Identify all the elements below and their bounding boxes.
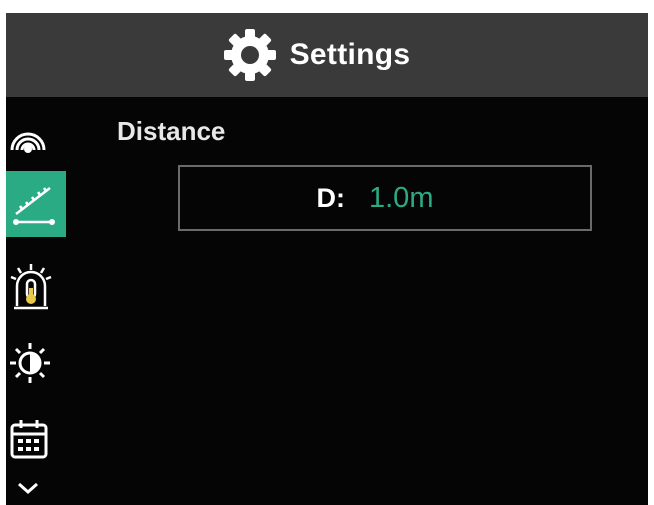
thermometer-alarm-icon bbox=[10, 264, 52, 310]
distance-label: D: bbox=[316, 182, 346, 213]
calendar-icon bbox=[10, 420, 48, 459]
gear-icon bbox=[223, 29, 276, 81]
section-title: Distance bbox=[117, 116, 226, 146]
brightness-sun-icon bbox=[10, 343, 50, 383]
ruler-distance-icon bbox=[13, 187, 55, 225]
sidebar-more[interactable] bbox=[6, 475, 66, 501]
sidebar-item-distance[interactable] bbox=[6, 171, 66, 237]
distance-value-field[interactable]: D: 1.0m bbox=[178, 165, 592, 231]
sidebar-item-date[interactable] bbox=[6, 409, 66, 469]
sidebar-item-emissivity[interactable] bbox=[6, 111, 66, 161]
sidebar bbox=[6, 97, 66, 505]
chevron-down-icon bbox=[18, 482, 38, 495]
page-title: Settings bbox=[289, 38, 411, 71]
sidebar-item-alarm[interactable] bbox=[6, 257, 66, 317]
distance-value: 1.0m bbox=[369, 181, 434, 214]
device-screen: Settings Distance D: 1.0m bbox=[6, 13, 648, 505]
sidebar-item-brightness[interactable] bbox=[6, 333, 66, 393]
signal-arcs-icon bbox=[10, 132, 46, 153]
settings-header: Settings bbox=[6, 13, 648, 97]
